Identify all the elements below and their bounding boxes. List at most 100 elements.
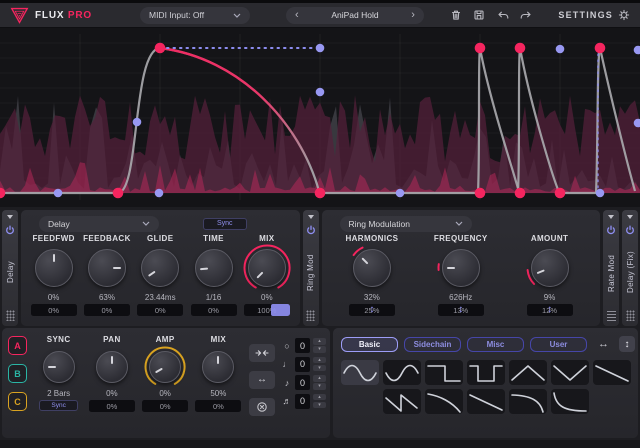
envelope-point-purple[interactable] bbox=[133, 118, 142, 127]
ring-mod-type-dropdown[interactable]: Ring Modulation bbox=[340, 216, 472, 232]
eighth-note-value[interactable]: 0 bbox=[295, 375, 310, 390]
redo-icon[interactable] bbox=[520, 9, 533, 21]
decrement-button[interactable]: ▾ bbox=[313, 365, 326, 372]
drag-lines-icon[interactable] bbox=[607, 311, 616, 321]
shape-triangle-inv[interactable] bbox=[551, 360, 589, 385]
envelope-point-purple[interactable] bbox=[316, 88, 325, 97]
sync-knob[interactable] bbox=[43, 351, 75, 383]
shape-saw-step[interactable] bbox=[383, 389, 421, 414]
collapse-triangle-icon[interactable] bbox=[627, 215, 633, 219]
amp-knob[interactable] bbox=[149, 351, 181, 383]
slot-button-a[interactable]: A bbox=[8, 336, 27, 355]
shape-ramp-down[interactable] bbox=[467, 389, 505, 414]
feedback-knob[interactable] bbox=[88, 249, 126, 287]
pan-mod-box[interactable]: 0% bbox=[89, 400, 135, 412]
shape-sine-inv[interactable] bbox=[383, 360, 421, 385]
frequency-mod-box[interactable]: 13%↕ bbox=[438, 304, 484, 316]
module-tab-rate-mod[interactable]: Rate Mod bbox=[603, 210, 619, 326]
shape-tab-user[interactable]: User bbox=[530, 337, 587, 352]
envelope-point-pink[interactable] bbox=[475, 188, 486, 199]
pan-knob[interactable] bbox=[96, 351, 128, 383]
preset-selector[interactable]: ‹ AniPad Hold › bbox=[286, 7, 424, 24]
increment-button[interactable]: ▴ bbox=[313, 375, 326, 382]
shape-triangle[interactable] bbox=[509, 360, 547, 385]
horizontal-flip-icon[interactable]: ↔ bbox=[598, 338, 609, 350]
glide-knob[interactable] bbox=[141, 249, 179, 287]
decrement-button[interactable]: ▾ bbox=[313, 383, 326, 390]
shape-sine[interactable] bbox=[341, 360, 379, 385]
glide-mod-box[interactable]: 0% bbox=[137, 304, 183, 316]
sync-sync-toggle[interactable]: Sync bbox=[39, 400, 77, 411]
delay-sync-toggle[interactable]: Sync bbox=[203, 218, 247, 230]
amount-knob[interactable] bbox=[531, 249, 569, 287]
prev-preset-button[interactable]: ‹ bbox=[295, 10, 299, 21]
undo-icon[interactable] bbox=[496, 9, 509, 21]
mix-knob[interactable] bbox=[248, 249, 286, 287]
module-tab-delay[interactable]: Delay bbox=[2, 210, 18, 326]
envelope-point-purple[interactable] bbox=[634, 46, 640, 55]
expand-arrows-button[interactable]: ↔ bbox=[249, 371, 275, 389]
trash-icon[interactable] bbox=[450, 9, 462, 21]
feedback-mod-box[interactable]: 0% bbox=[84, 304, 130, 316]
shape-square-inv[interactable] bbox=[467, 360, 505, 385]
mix-knob[interactable] bbox=[202, 351, 234, 383]
envelope-point-purple[interactable] bbox=[316, 44, 325, 53]
decrement-button[interactable]: ▾ bbox=[313, 402, 326, 409]
collapse-triangle-icon[interactable] bbox=[608, 215, 614, 219]
shape-hold-drop[interactable] bbox=[509, 389, 547, 414]
collapse-triangle-icon[interactable] bbox=[7, 215, 13, 219]
envelope-point-purple[interactable] bbox=[54, 189, 63, 198]
shape-square[interactable] bbox=[425, 360, 463, 385]
envelope-point-pink[interactable] bbox=[515, 188, 526, 199]
shape-ramp-down[interactable] bbox=[593, 360, 631, 385]
shape-tab-sidechain[interactable]: Sidechain bbox=[404, 337, 461, 352]
envelope-point-pink[interactable] bbox=[595, 43, 606, 54]
increment-button[interactable]: ▴ bbox=[313, 338, 326, 345]
module-tab-delay-fix[interactable]: Delay (Fix) bbox=[622, 210, 638, 326]
mix-mod-box[interactable]: 0% bbox=[195, 400, 241, 412]
save-icon[interactable] bbox=[473, 9, 485, 21]
settings-button[interactable]: SETTINGS bbox=[558, 9, 630, 21]
envelope-point-pink[interactable] bbox=[315, 188, 326, 199]
amp-mod-box[interactable]: 0% bbox=[142, 400, 188, 412]
power-icon[interactable] bbox=[625, 225, 635, 235]
time-knob[interactable] bbox=[195, 249, 233, 287]
increment-button[interactable]: ▴ bbox=[313, 394, 326, 401]
envelope-editor[interactable] bbox=[0, 28, 640, 207]
decrement-button[interactable]: ▾ bbox=[313, 346, 326, 353]
shape-tab-basic[interactable]: Basic bbox=[341, 337, 398, 352]
module-tab-ring-mod[interactable]: Ring Mod bbox=[303, 210, 319, 326]
frequency-knob[interactable] bbox=[442, 249, 480, 287]
converge-arrows-button[interactable] bbox=[249, 344, 275, 362]
circle-x-button[interactable] bbox=[249, 398, 275, 416]
whole-note-value[interactable]: 0 bbox=[295, 338, 310, 353]
delay-type-dropdown[interactable]: Delay bbox=[39, 216, 159, 232]
sixteenth-note-value[interactable]: 0 bbox=[295, 394, 310, 409]
next-preset-button[interactable]: › bbox=[411, 10, 415, 21]
power-icon[interactable] bbox=[5, 225, 15, 235]
envelope-point-purple[interactable] bbox=[155, 189, 164, 198]
envelope-point-purple[interactable] bbox=[556, 45, 565, 54]
envelope-point-purple[interactable] bbox=[396, 189, 405, 198]
shape-decay-fast[interactable] bbox=[551, 389, 589, 414]
collapse-triangle-icon[interactable] bbox=[308, 215, 314, 219]
envelope-point-pink[interactable] bbox=[113, 188, 124, 199]
envelope-point-pink[interactable] bbox=[515, 43, 526, 54]
slot-button-c[interactable]: C bbox=[8, 392, 27, 411]
slot-button-b[interactable]: B bbox=[8, 364, 27, 383]
drag-grip-icon[interactable] bbox=[6, 310, 15, 321]
harmonics-mod-box[interactable]: 25%↕ bbox=[349, 304, 395, 316]
amount-mod-box[interactable]: 12%↕ bbox=[527, 304, 573, 316]
feedfwd-mod-box[interactable]: 0% bbox=[31, 304, 77, 316]
midi-input-dropdown[interactable]: MIDI Input: Off bbox=[140, 7, 250, 24]
half-note-value[interactable]: 0 bbox=[295, 357, 310, 372]
shape-decay-concave[interactable] bbox=[425, 389, 463, 414]
envelope-point-pink[interactable] bbox=[555, 188, 566, 199]
shape-tab-misc[interactable]: Misc bbox=[467, 337, 524, 352]
power-icon[interactable] bbox=[606, 225, 616, 235]
envelope-point-pink[interactable] bbox=[475, 43, 486, 54]
envelope-point-pink[interactable] bbox=[155, 43, 166, 54]
drag-grip-icon[interactable] bbox=[306, 310, 315, 321]
vertical-flip-button[interactable]: ↕ bbox=[619, 336, 635, 352]
time-mod-box[interactable]: 0% bbox=[191, 304, 237, 316]
